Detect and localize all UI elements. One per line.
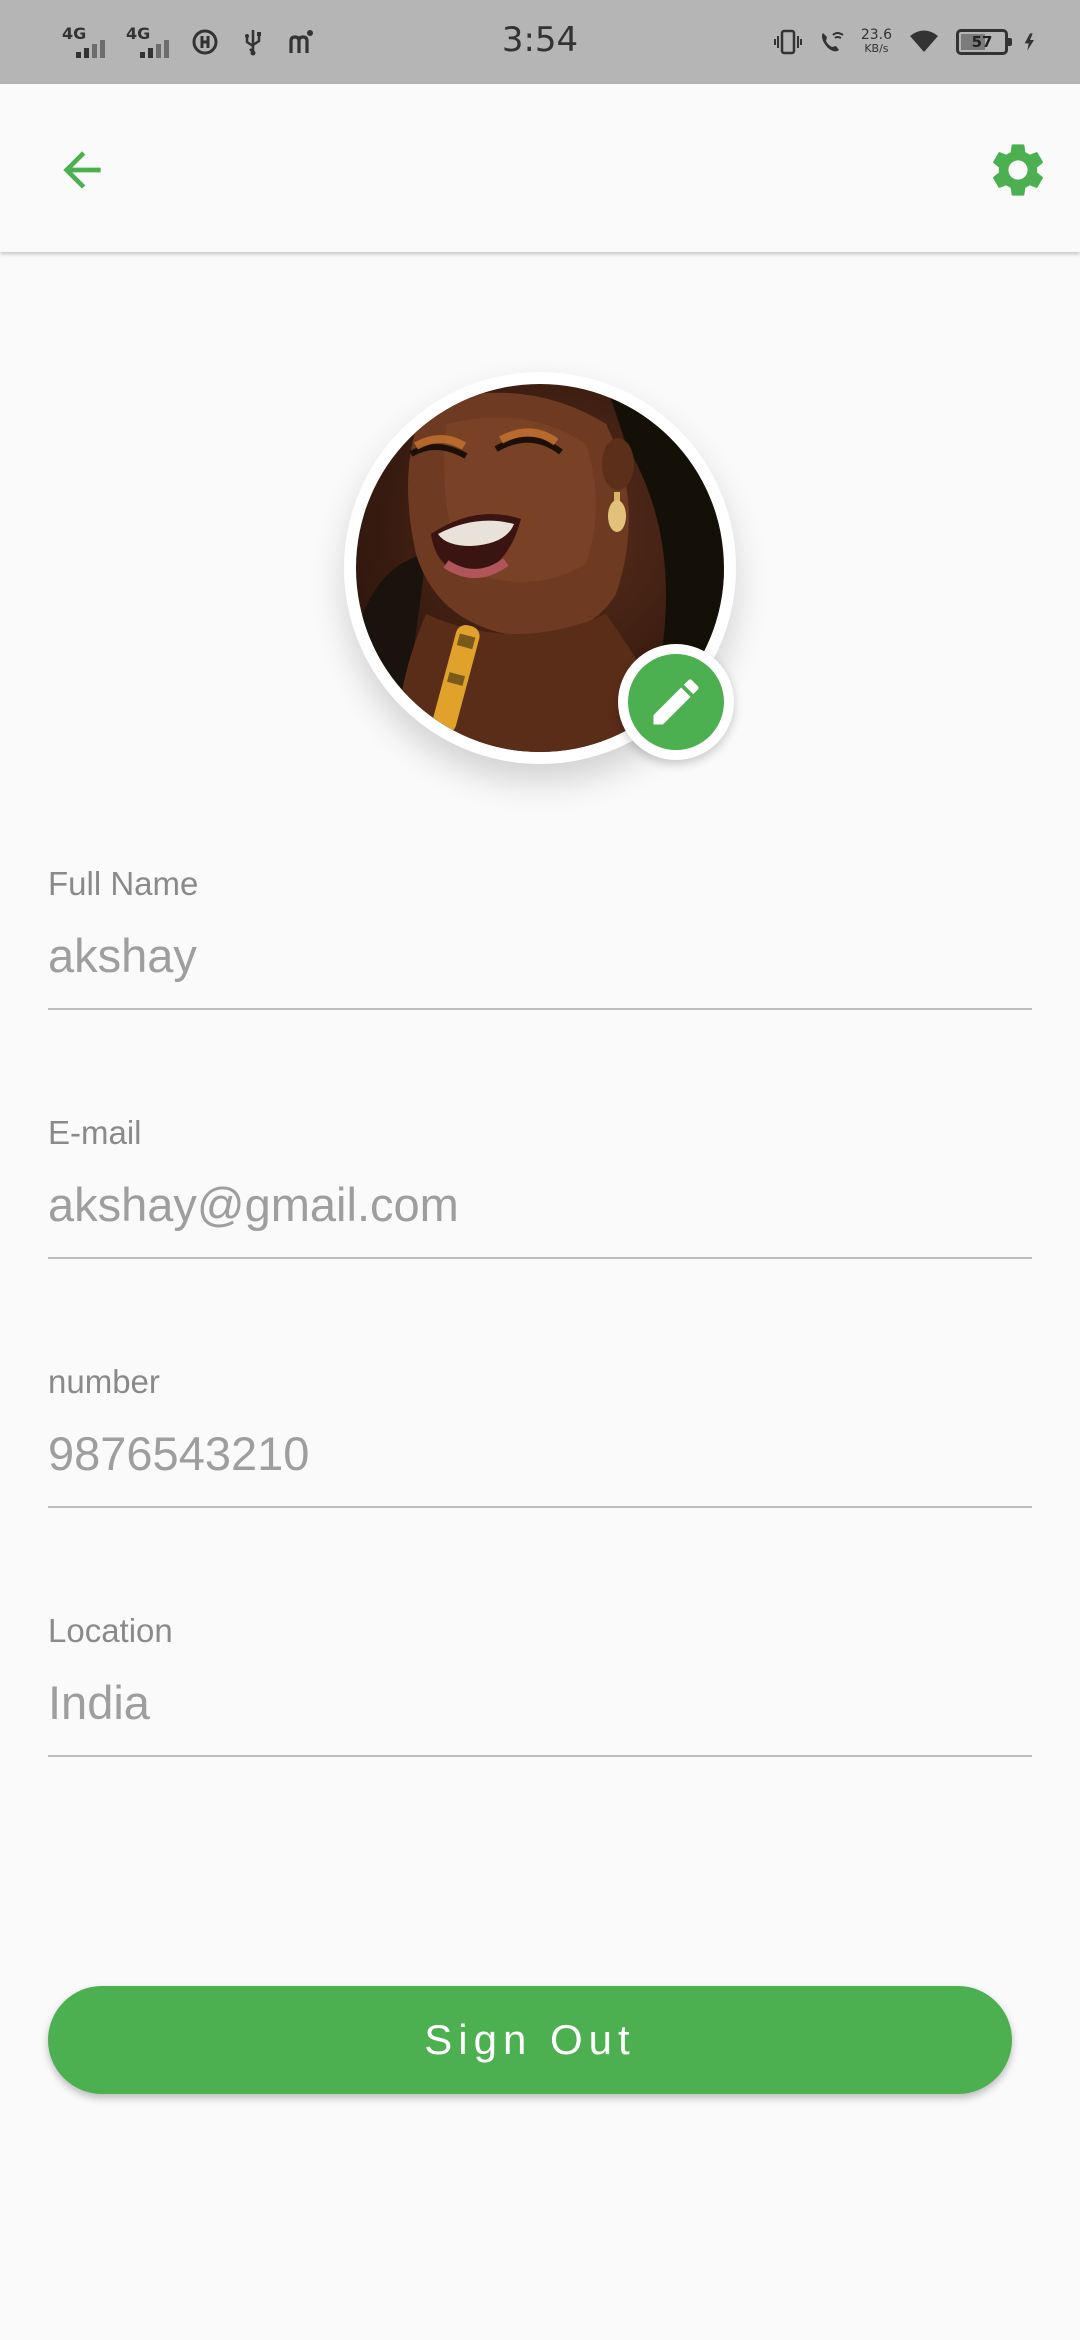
location-field[interactable]: Location India bbox=[48, 1611, 1032, 1781]
gear-icon bbox=[993, 144, 1043, 196]
edit-photo-button[interactable] bbox=[618, 644, 734, 760]
wifi-calling-icon bbox=[821, 32, 844, 52]
vibrate-icon bbox=[773, 29, 802, 55]
status-right-icons: 23.6 KB/s 57 bbox=[773, 22, 1042, 62]
location-input[interactable]: India bbox=[48, 1673, 150, 1733]
back-button[interactable] bbox=[46, 134, 118, 206]
network-speed: 23.6 KB/s bbox=[860, 27, 892, 55]
email-label: E-mail bbox=[48, 1114, 142, 1151]
location-underline bbox=[48, 1755, 1032, 1757]
full-name-field[interactable]: Full Name akshay bbox=[48, 864, 1032, 1034]
status-bar: 4G 4G 3:54 23.6 KB/s 57 bbox=[0, 0, 1080, 84]
number-underline bbox=[48, 1506, 1032, 1508]
full-name-underline bbox=[48, 1008, 1032, 1010]
email-underline bbox=[48, 1257, 1032, 1259]
email-input[interactable]: akshay@gmail.com bbox=[48, 1175, 459, 1235]
app-bar bbox=[0, 84, 1080, 252]
number-field[interactable]: number 9876543210 bbox=[48, 1362, 1032, 1532]
number-label: number bbox=[48, 1363, 160, 1400]
number-input[interactable]: 9876543210 bbox=[48, 1424, 309, 1484]
pencil-icon bbox=[653, 679, 699, 725]
battery-icon: 57 bbox=[956, 29, 1012, 55]
charging-icon bbox=[1024, 33, 1034, 51]
wifi-icon bbox=[910, 30, 938, 52]
full-name-label: Full Name bbox=[48, 865, 199, 902]
arrow-back-icon bbox=[63, 151, 101, 189]
full-name-input[interactable]: akshay bbox=[48, 926, 197, 986]
settings-button[interactable] bbox=[982, 134, 1054, 206]
location-label: Location bbox=[48, 1612, 173, 1649]
sign-out-button[interactable]: Sign Out bbox=[48, 1986, 1012, 2094]
email-field[interactable]: E-mail akshay@gmail.com bbox=[48, 1113, 1032, 1283]
